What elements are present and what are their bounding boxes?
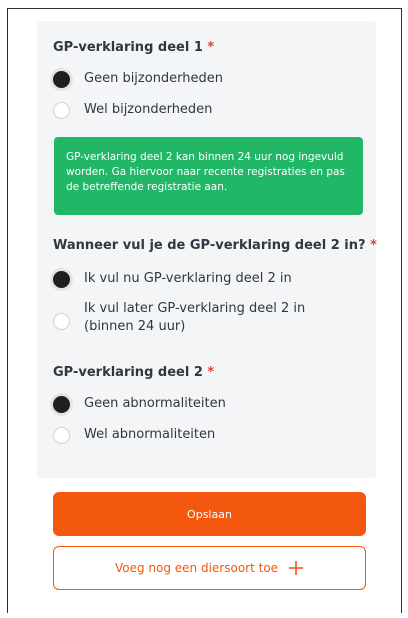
required-mark: *	[207, 365, 215, 380]
save-button[interactable]: Opslaan	[53, 492, 366, 536]
radio-option-later-invullen[interactable]: Ik vul later GP-verklaring deel 2 in (bi…	[53, 300, 363, 336]
radio-option-geen-bijzonderheden[interactable]: Geen bijzonderheden	[53, 70, 223, 88]
add-species-button[interactable]: Voeg nog een diersoort toe	[53, 546, 366, 590]
save-button-label: Opslaan	[187, 507, 232, 521]
info-banner: GP-verklaring deel 2 kan binnen 24 uur n…	[54, 137, 363, 215]
radio-label: Wel abnormaliteiten	[84, 427, 216, 442]
radio-button-checked[interactable]	[53, 395, 70, 413]
add-species-button-label: Voeg nog een diersoort toe	[114, 561, 279, 575]
radio-label: Geen abnormaliteiten	[84, 396, 226, 411]
required-mark: *	[207, 40, 215, 55]
radio-button-checked[interactable]	[53, 270, 70, 288]
radio-button[interactable]	[53, 312, 70, 330]
section-title-gp2: GP-verklaring deel 2 *	[53, 365, 214, 380]
section-title-gp2-text: GP-verklaring deel 2	[53, 365, 203, 380]
radio-option-geen-abnormaliteiten[interactable]: Geen abnormaliteiten	[53, 395, 226, 413]
required-mark: *	[370, 238, 377, 253]
radio-label: Wel bijzonderheden	[84, 102, 213, 117]
section-title-when-text: Wanneer vul je de GP-verklaring deel 2 i…	[53, 238, 366, 253]
radio-option-wel-abnormaliteiten[interactable]: Wel abnormaliteiten	[53, 426, 215, 444]
section-title-gp1-text: GP-verklaring deel 1	[53, 40, 203, 55]
radio-option-nu-invullen[interactable]: Ik vul nu GP-verklaring deel 2 in	[53, 270, 292, 288]
radio-button[interactable]	[53, 101, 70, 119]
radio-option-wel-bijzonderheden[interactable]: Wel bijzonderheden	[53, 101, 212, 119]
radio-button-checked[interactable]	[53, 70, 70, 88]
info-banner-text: GP-verklaring deel 2 kan binnen 24 uur n…	[66, 151, 345, 193]
section-title-gp1: GP-verklaring deel 1 *	[53, 40, 214, 55]
radio-button[interactable]	[53, 426, 70, 444]
section-title-when: Wanneer vul je de GP-verklaring deel 2 i…	[53, 238, 377, 253]
radio-label: Ik vul nu GP-verklaring deel 2 in	[84, 271, 292, 286]
plus-icon	[289, 561, 304, 575]
radio-label: Geen bijzonderheden	[84, 71, 224, 86]
radio-label: Ik vul later GP-verklaring deel 2 in (bi…	[84, 301, 306, 334]
